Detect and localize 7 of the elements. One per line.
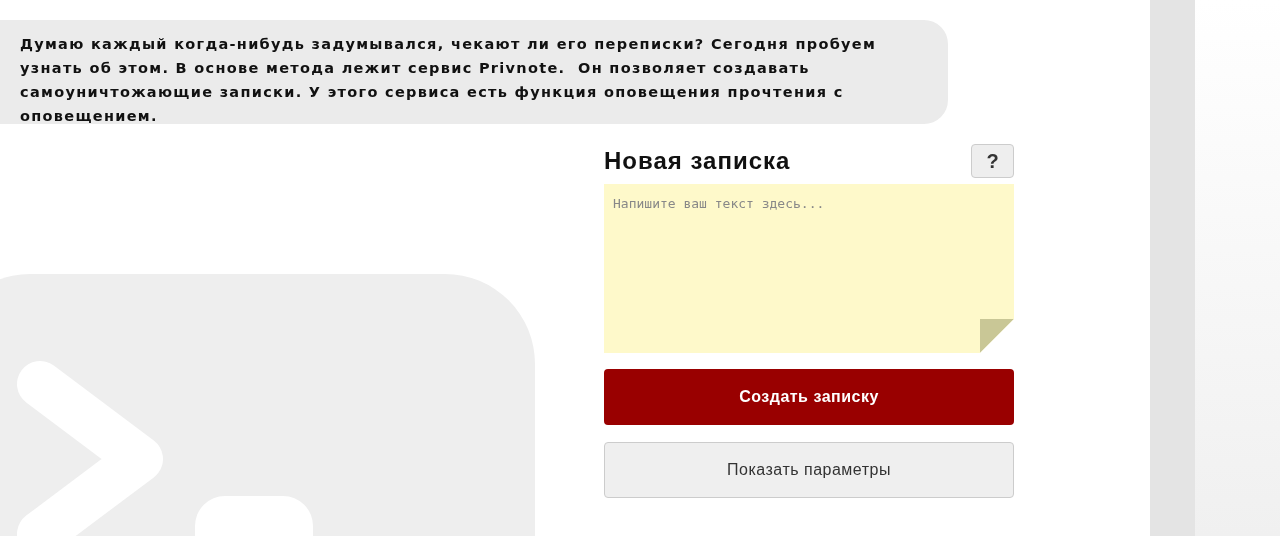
help-button[interactable]: ? <box>971 144 1014 178</box>
form-title: Новая записка <box>604 146 791 176</box>
show-options-button[interactable]: Показать параметры <box>604 442 1014 498</box>
note-textarea[interactable]: Напишите ваш текст здесь... <box>604 184 1014 353</box>
folded-corner-icon <box>980 319 1014 353</box>
create-note-button[interactable]: Создать записку <box>604 369 1014 425</box>
message-text: Думаю каждый когда-нибудь задумывался, чекают ли его переписки? Сегодня пробуем узнать об этом. В основе метода лежит сервис Privnote. Он позволяет создавать самоуничтожающие записки. У этого сервиса есть функция оповещения прочтения с оповещением. <box>20 35 878 126</box>
